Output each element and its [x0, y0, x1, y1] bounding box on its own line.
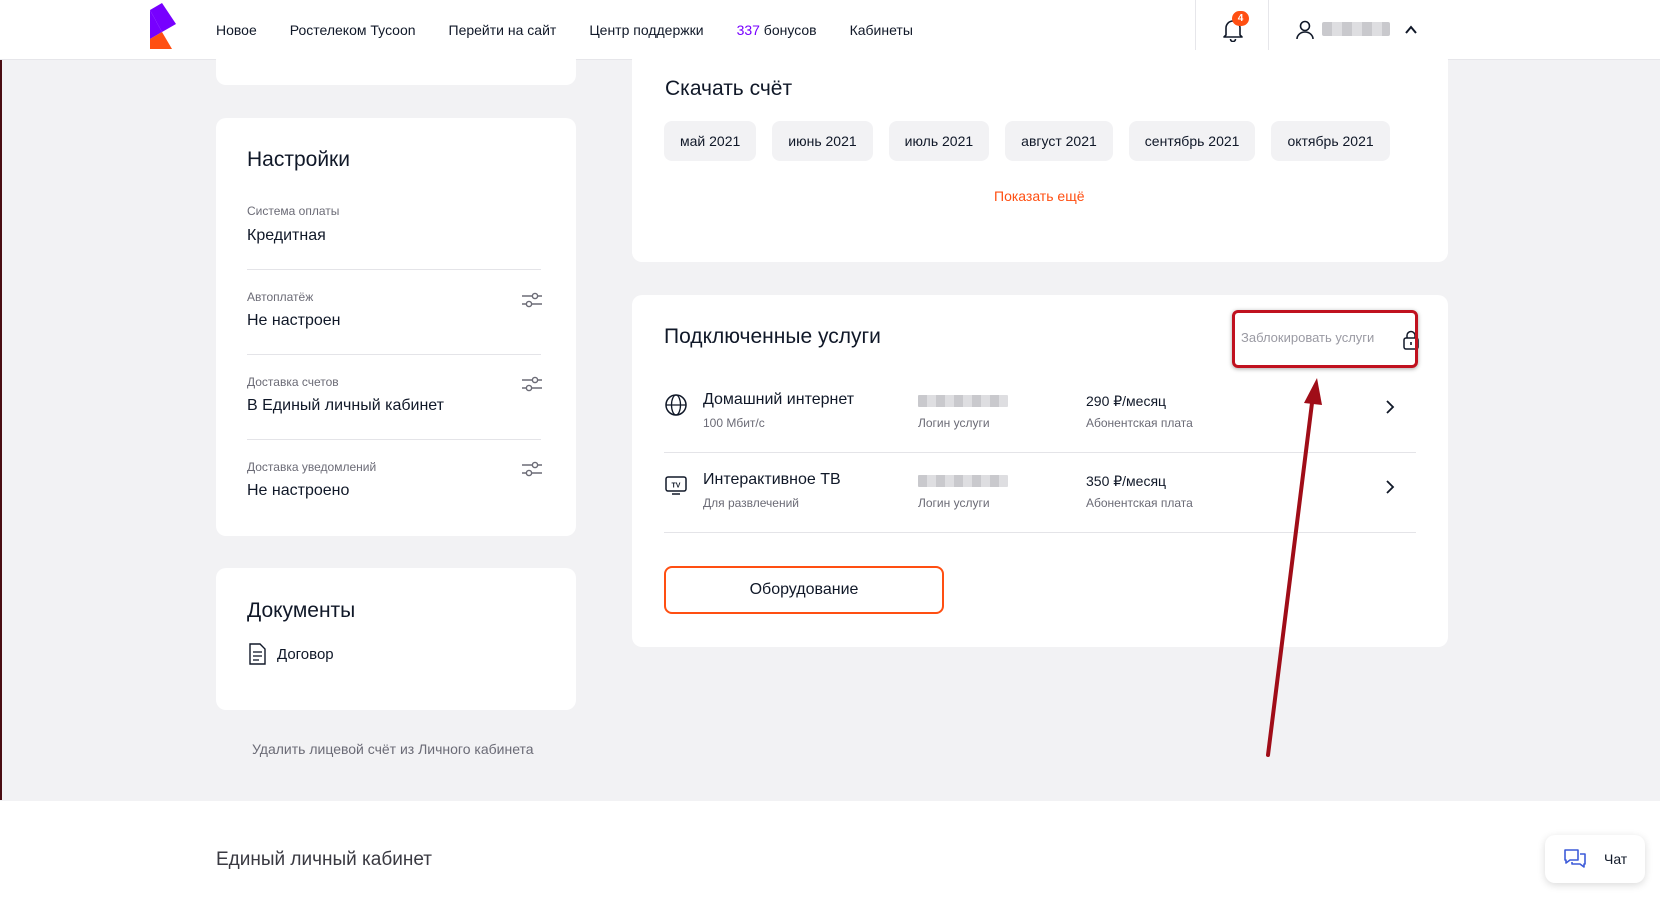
settings-card: Настройки Система оплаты Кредитная Автоп…	[216, 118, 576, 536]
bill-delivery-value: В Единый личный кабинет	[247, 397, 444, 414]
divider	[247, 269, 541, 270]
nav-tycoon[interactable]: Ростелеком Tycoon	[290, 22, 416, 38]
service-speed: 100 Мбит/с	[703, 416, 765, 430]
month-chip[interactable]: август 2021	[1005, 121, 1113, 161]
annotation-highlight-box	[1232, 310, 1418, 368]
notification-delivery-label: Доставка уведомлений	[247, 460, 377, 474]
service-description: Для развлечений	[703, 496, 800, 510]
nav-support-center[interactable]: Центр поддержки	[589, 22, 703, 38]
service-price-label: Абонентская плата	[1086, 416, 1193, 430]
invoice-card: Скачать счёт май 2021 июнь 2021 июль 202…	[632, 50, 1448, 262]
service-price-label: Абонентская плата	[1086, 496, 1193, 510]
month-chip[interactable]: октябрь 2021	[1271, 121, 1390, 161]
service-row-tv[interactable]: TV Интерактивное ТВ Для развлечений Логи…	[664, 453, 1416, 533]
notification-settings-icon[interactable]	[521, 461, 543, 477]
service-row-internet[interactable]: Домашний интернет 100 Мбит/с Логин услуг…	[664, 373, 1416, 453]
chevron-right-icon[interactable]	[1383, 399, 1397, 415]
chat-button[interactable]: Чат	[1545, 835, 1645, 883]
rostelecom-logo[interactable]	[146, 2, 180, 54]
invoice-title: Скачать счёт	[665, 77, 793, 100]
settings-title: Настройки	[247, 148, 350, 171]
service-login-blurred	[918, 475, 1008, 487]
chat-label: Чат	[1604, 851, 1628, 867]
service-login-label: Логин услуги	[918, 496, 990, 510]
payment-system-label: Система оплаты	[247, 204, 340, 218]
service-price: 290 ₽/месяц	[1086, 393, 1167, 409]
service-name: Интерактивное ТВ	[703, 471, 841, 488]
user-name-blurred	[1322, 22, 1390, 36]
service-login-blurred	[918, 395, 1008, 407]
bonus-count: 337	[736, 22, 760, 38]
divider	[247, 439, 541, 440]
documents-title: Документы	[247, 599, 356, 622]
delete-account-link[interactable]: Удалить лицевой счёт из Личного кабинета	[252, 741, 534, 757]
show-more-link[interactable]: Показать ещё	[994, 188, 1085, 204]
month-chip[interactable]: сентябрь 2021	[1128, 121, 1256, 161]
footer-title: Единый личный кабинет	[216, 849, 432, 870]
divider	[247, 354, 541, 355]
globe-icon	[665, 394, 687, 416]
month-chip[interactable]: май 2021	[664, 121, 757, 161]
month-chip[interactable]: июль 2021	[888, 121, 990, 161]
user-icon[interactable]	[1294, 19, 1316, 41]
footer: Единый личный кабинет	[0, 801, 1660, 907]
bill-delivery-settings-icon[interactable]	[521, 376, 543, 392]
document-icon	[249, 643, 266, 665]
bonus-label: бонусов	[759, 22, 817, 38]
autopay-value: Не настроен	[247, 312, 341, 329]
window-edge	[0, 60, 2, 800]
profile-card-stub	[216, 50, 576, 85]
nav-bonuses[interactable]: 337 бонусов	[737, 22, 817, 38]
autopay-settings-icon[interactable]	[521, 292, 543, 308]
bill-delivery-label: Доставка счетов	[247, 375, 339, 389]
nav-go-to-site[interactable]: Перейти на сайт	[449, 22, 557, 38]
equipment-button[interactable]: Оборудование	[664, 566, 944, 614]
divider	[664, 532, 1416, 533]
chevron-up-icon[interactable]	[1403, 22, 1419, 38]
svg-text:TV: TV	[672, 483, 681, 490]
chat-icon	[1564, 849, 1586, 868]
chevron-right-icon[interactable]	[1383, 479, 1397, 495]
nav-cabinets[interactable]: Кабинеты	[850, 22, 913, 38]
month-chip[interactable]: июнь 2021	[772, 121, 873, 161]
services-title: Подключенные услуги	[664, 325, 881, 348]
notification-delivery-value: Не настроено	[247, 482, 350, 499]
payment-system-value: Кредитная	[247, 227, 326, 244]
documents-card: Документы Договор	[216, 568, 576, 710]
tv-icon: TV	[665, 476, 687, 495]
contract-link[interactable]: Договор	[277, 646, 334, 663]
invoice-months: май 2021 июнь 2021 июль 2021 август 2021…	[664, 121, 1406, 161]
service-login-label: Логин услуги	[918, 416, 990, 430]
nav-new[interactable]: Новое	[216, 22, 257, 38]
autopay-label: Автоплатёж	[247, 290, 314, 304]
notification-badge: 4	[1232, 11, 1249, 26]
service-name: Домашний интернет	[703, 391, 855, 408]
service-price: 350 ₽/месяц	[1086, 473, 1167, 489]
